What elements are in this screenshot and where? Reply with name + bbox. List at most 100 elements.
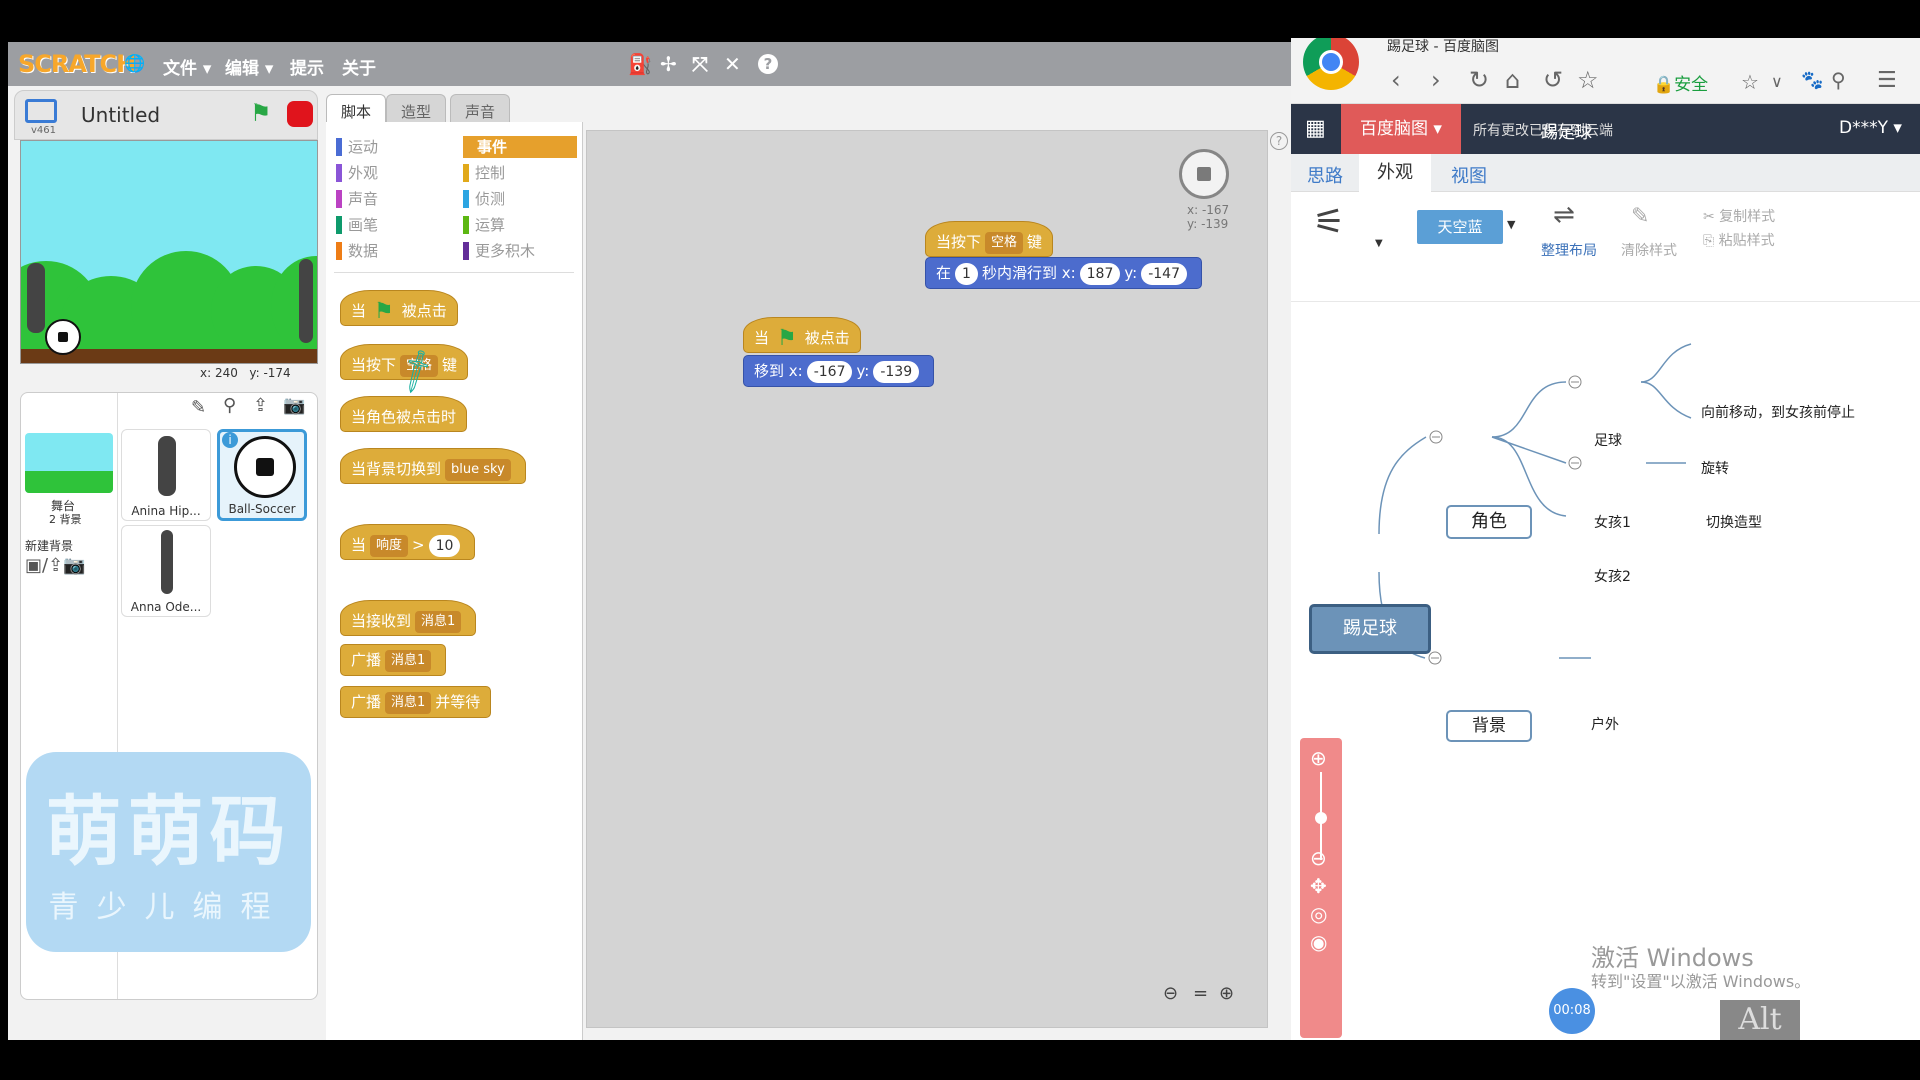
brand-menu[interactable]: 百度脑图 ▾ — [1341, 104, 1461, 154]
sprite-thumb-ball[interactable]: i Ball-Soccer — [217, 429, 307, 521]
category-more-blocks[interactable]: 更多积木 — [463, 240, 535, 262]
category-events[interactable]: 事件 — [463, 136, 577, 158]
sprite-anina[interactable] — [27, 263, 45, 333]
theme-button[interactable]: 天空蓝 — [1417, 210, 1503, 244]
category-sound[interactable]: 声音 — [336, 188, 378, 210]
fullscreen-icon[interactable] — [25, 99, 57, 123]
script-when-flag-clicked[interactable]: 当 ⚑ 被点击 — [743, 317, 861, 353]
sprite-anna[interactable] — [299, 259, 313, 343]
scratch-logo[interactable]: SCRATCH — [18, 50, 136, 78]
copy-style-button[interactable]: ✂ 复制样式 — [1703, 206, 1775, 226]
script-area[interactable]: x: -167 y: -139 当按下 空格键 在 1 秒内滑行到 x: 187 y: -1… — [586, 130, 1268, 1028]
bookmark-icon[interactable]: ☆ — [1741, 70, 1759, 94]
reload-icon[interactable]: ↻ — [1469, 66, 1489, 94]
block-when-receive[interactable]: 当接收到 消息1 — [340, 600, 477, 636]
script-help-icon[interactable]: ? — [1270, 132, 1288, 150]
secure-indicator[interactable]: 🔒安全 — [1653, 70, 1708, 95]
stop-icon[interactable] — [287, 101, 313, 127]
menu-edit[interactable]: 编辑 ▾ — [225, 54, 273, 79]
mindmap-node-background[interactable]: 背景 — [1446, 710, 1532, 742]
zoom-in-icon[interactable]: ⊕ — [1310, 746, 1327, 770]
paste-style-button[interactable]: ⎘ 粘贴样式 — [1703, 230, 1775, 250]
search-icon[interactable]: ⚲ — [1831, 68, 1846, 92]
category-sensing[interactable]: 侦测 — [463, 188, 505, 210]
menu-file[interactable]: 文件 ▾ — [163, 54, 211, 79]
sprite-thumb-anina[interactable]: Anina Hip... — [121, 429, 211, 521]
block-when-flag-clicked[interactable]: 当 ⚑ 被点击 — [340, 290, 458, 326]
apps-grid-icon[interactable]: ▦ — [1305, 116, 1326, 141]
back-icon[interactable]: ‹ — [1391, 66, 1401, 94]
category-data[interactable]: 数据 — [336, 240, 378, 262]
project-title[interactable]: Untitled — [81, 103, 160, 127]
grow-icon[interactable]: ⤧ — [692, 52, 708, 76]
layout-structure-icon[interactable]: ⚟ — [1313, 202, 1345, 243]
arrange-layout-button[interactable]: 整理布局 — [1541, 240, 1597, 260]
mindmap-node-role[interactable]: 角色 — [1446, 505, 1532, 539]
layout-dropdown-icon[interactable]: ▼ — [1375, 238, 1383, 249]
locate-icon[interactable]: ◎ — [1310, 902, 1327, 926]
clear-style-button[interactable]: 清除样式 — [1621, 240, 1677, 260]
paint-sprite-icon[interactable]: ✎ — [191, 397, 206, 418]
duplicate-icon[interactable]: ⛽ — [628, 52, 653, 76]
mindmap-root[interactable]: 踢足球 — [1309, 604, 1431, 654]
eye-icon[interactable]: ◉ — [1310, 930, 1327, 954]
backdrop-tools-icon[interactable]: ▣/⇪📷 — [25, 555, 86, 576]
baidu-paw-icon[interactable]: 🐾 — [1801, 70, 1823, 91]
tab-scripts[interactable]: 脚本 — [326, 94, 387, 124]
shrink-icon[interactable]: ✕ — [724, 52, 741, 76]
mindmap-node-girl2[interactable]: 女孩2 — [1594, 566, 1631, 586]
tab-costumes[interactable]: 造型 — [386, 94, 447, 124]
doc-title[interactable]: 踢足球 — [1541, 118, 1592, 143]
forward-icon[interactable]: › — [1431, 66, 1441, 94]
sprite-thumb-anna[interactable]: Anna Ode... — [121, 525, 211, 617]
zoom-out-icon[interactable]: ⊖ — [1310, 846, 1327, 870]
clear-style-icon[interactable]: ✎ — [1631, 204, 1649, 229]
category-control[interactable]: 控制 — [463, 162, 505, 184]
mindmap-node-spin[interactable]: 旋转 — [1701, 458, 1729, 478]
camera-icon[interactable]: 📷 — [283, 395, 305, 416]
block-when-loudness[interactable]: 当响度 >10 — [340, 524, 476, 560]
upload-sprite-icon[interactable]: ⇪ — [253, 395, 268, 416]
arrange-icon[interactable]: ⇌ — [1553, 200, 1575, 230]
block-when-backdrop-switches[interactable]: 当背景切换到 blue sky — [340, 448, 526, 484]
mindmap-node-switch-costume[interactable]: 切换造型 — [1706, 512, 1762, 532]
mindmap-node-football[interactable]: 足球 — [1594, 430, 1622, 450]
block-broadcast[interactable]: 广播 消息1 — [340, 644, 447, 676]
script-goto-block[interactable]: 移到 x: -167 y: -139 — [743, 355, 935, 387]
menu-icon[interactable]: ☰ — [1877, 68, 1897, 93]
mindmap-node-girl1[interactable]: 女孩1 — [1594, 512, 1631, 532]
tab-appearance[interactable]: 外观 — [1359, 154, 1431, 192]
block-when-sprite-clicked[interactable]: 当角色被点击时 — [340, 396, 468, 432]
category-operators[interactable]: 运算 — [463, 214, 505, 236]
script-when-key-pressed[interactable]: 当按下 空格键 — [925, 221, 1054, 257]
zoom-out-icon[interactable]: ⊖ — [1163, 983, 1178, 1004]
menu-about[interactable]: 关于 — [342, 54, 376, 79]
tab-outline[interactable]: 思路 — [1307, 162, 1343, 188]
tab-sounds[interactable]: 声音 — [450, 94, 511, 124]
dropdown-icon[interactable]: ∨ — [1771, 72, 1783, 91]
menu-tips[interactable]: 提示 — [290, 54, 324, 79]
block-broadcast-and-wait[interactable]: 广播 消息1 并等待 — [340, 686, 492, 718]
category-pen[interactable]: 画笔 — [336, 214, 378, 236]
theme-dropdown-icon[interactable]: ▼ — [1507, 218, 1515, 231]
move-icon[interactable]: ✥ — [1310, 874, 1327, 898]
mindmap-node-outdoor[interactable]: 户外 — [1591, 714, 1619, 734]
green-flag-icon[interactable]: ⚑ — [250, 99, 272, 127]
tab-view[interactable]: 视图 — [1451, 162, 1487, 188]
script-glide-block[interactable]: 在 1 秒内滑行到 x: 187 y: -147 — [925, 257, 1202, 289]
cut-icon[interactable]: ✢ — [660, 52, 677, 76]
user-menu[interactable]: D***Y ▾ — [1839, 118, 1902, 138]
mindmap-node-move[interactable]: 向前移动，到女孩前停止 — [1701, 402, 1855, 422]
star-icon[interactable]: ☆ — [1577, 66, 1599, 94]
globe-icon[interactable]: 🌐 — [124, 54, 145, 74]
zoom-slider-handle[interactable] — [1315, 812, 1327, 824]
category-motion[interactable]: 运动 — [336, 136, 378, 158]
undo-icon[interactable]: ↺ — [1543, 66, 1563, 94]
sprite-ball[interactable] — [45, 319, 81, 355]
stage-canvas[interactable] — [20, 140, 318, 364]
help-icon[interactable]: ? — [758, 54, 778, 74]
category-looks[interactable]: 外观 — [336, 162, 378, 184]
choose-sprite-icon[interactable]: ⚲ — [223, 395, 236, 416]
home-icon[interactable]: ⌂ — [1505, 66, 1520, 94]
browser-tab-title[interactable]: 踢足球 - 百度脑图 — [1387, 38, 1499, 56]
